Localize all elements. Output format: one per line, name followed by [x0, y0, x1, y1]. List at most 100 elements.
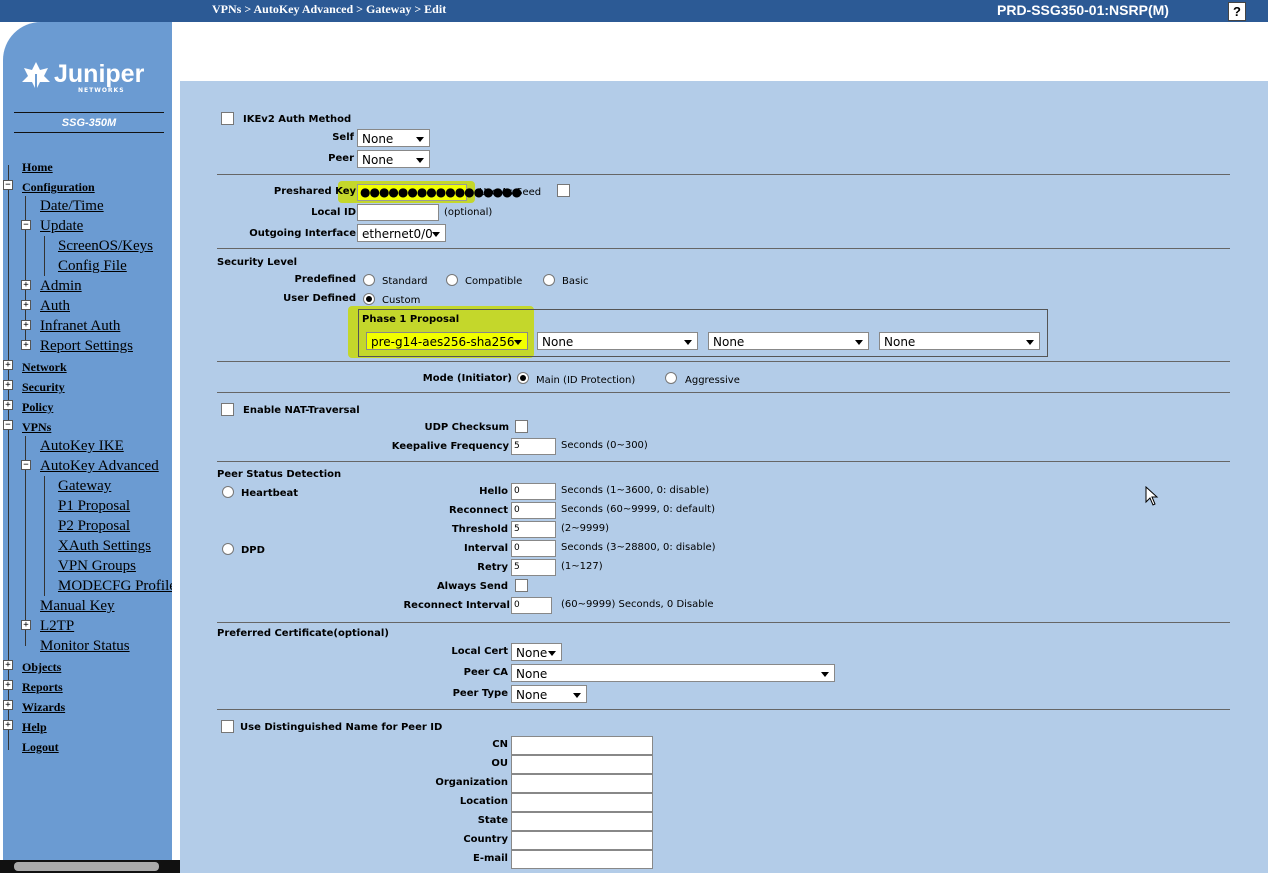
help-button[interactable]: ?	[1228, 2, 1246, 21]
local-id-input[interactable]	[357, 204, 439, 221]
local-cert-select[interactable]: None	[511, 643, 562, 661]
nav-report-settings[interactable]: Report Settings	[40, 338, 133, 355]
always-send-checkbox[interactable]	[515, 579, 528, 592]
retry-input[interactable]: 5	[511, 559, 556, 576]
expand-icon[interactable]: +	[3, 380, 13, 390]
expand-icon[interactable]: +	[21, 340, 31, 350]
expand-icon[interactable]: +	[3, 700, 13, 710]
udp-checksum-checkbox[interactable]	[515, 420, 528, 433]
nav-p2-proposal[interactable]: P2 Proposal	[58, 518, 130, 535]
nav-autokey-ike[interactable]: AutoKey IKE	[40, 438, 124, 455]
dn-ou-label: OU	[491, 758, 508, 769]
use-as-seed-checkbox[interactable]	[557, 184, 570, 197]
collapse-icon[interactable]: −	[3, 420, 13, 430]
basic-radio[interactable]	[543, 274, 555, 286]
scrollbar-thumb[interactable]	[14, 862, 159, 871]
nav-logout[interactable]: Logout	[22, 740, 59, 755]
expand-icon[interactable]: +	[3, 660, 13, 670]
dn-organization-input[interactable]	[511, 774, 653, 793]
dn-label: Use Distinguished Name for Peer ID	[240, 722, 443, 733]
peer-ca-select[interactable]: None	[511, 664, 835, 682]
nav-gateway[interactable]: Gateway	[58, 478, 111, 495]
dn-location-input[interactable]	[511, 793, 653, 812]
nav-vpns[interactable]: VPNs	[22, 420, 51, 435]
dpd-radio[interactable]	[222, 543, 234, 555]
dn-checkbox[interactable]	[221, 720, 234, 733]
reconnect-interval-input[interactable]: 0	[511, 597, 552, 614]
divider	[217, 248, 1230, 249]
nav-network[interactable]: Network	[22, 360, 67, 375]
nav-l2tp[interactable]: L2TP	[40, 618, 74, 635]
nav-date-time[interactable]: Date/Time	[40, 198, 104, 215]
collapse-icon[interactable]: −	[21, 220, 31, 230]
nav-security[interactable]: Security	[22, 380, 65, 395]
reconnect-input[interactable]: 0	[511, 502, 556, 519]
nav-infranet-auth[interactable]: Infranet Auth	[40, 318, 120, 335]
dn-cn-input[interactable]	[511, 736, 653, 755]
divider	[217, 361, 1230, 362]
nav-admin[interactable]: Admin	[40, 278, 82, 295]
ikev2-checkbox[interactable]	[221, 112, 234, 125]
keepalive-input[interactable]: 5	[511, 438, 556, 455]
peer-type-select[interactable]: None	[511, 685, 587, 703]
nav-modecfg-profile[interactable]: MODECFG Profile	[58, 578, 172, 595]
expand-icon[interactable]: +	[21, 300, 31, 310]
phase1-proposal-3-select[interactable]: None	[708, 332, 869, 350]
dn-ou-input[interactable]	[511, 755, 653, 774]
nav-policy[interactable]: Policy	[22, 400, 53, 415]
nav-home[interactable]: Home	[22, 160, 53, 175]
collapse-icon[interactable]: −	[3, 180, 13, 190]
custom-radio[interactable]	[363, 293, 375, 305]
interval-input[interactable]: 0	[511, 540, 556, 557]
nav-wizards[interactable]: Wizards	[22, 700, 65, 715]
dn-cn-label: CN	[492, 739, 508, 750]
preshared-key-input[interactable]: ●●●●●●●●●●●●●●●●●	[357, 184, 522, 201]
threshold-label: Threshold	[451, 524, 508, 535]
hello-input[interactable]: 0	[511, 483, 556, 500]
expand-icon[interactable]: +	[3, 400, 13, 410]
phase1-proposal-1-select[interactable]: pre-g14-aes256-sha256	[366, 332, 528, 350]
peer-select[interactable]: None	[357, 150, 430, 168]
expand-icon[interactable]: +	[3, 680, 13, 690]
standard-radio[interactable]	[363, 274, 375, 286]
threshold-input[interactable]: 5	[511, 521, 556, 538]
phase1-proposal-4-select[interactable]: None	[879, 332, 1040, 350]
expand-icon[interactable]: +	[3, 360, 13, 370]
expand-icon[interactable]: +	[3, 720, 13, 730]
sidebar-scrollbar[interactable]	[0, 860, 180, 873]
outgoing-interface-select[interactable]: ethernet0/0	[357, 224, 446, 242]
nav-help[interactable]: Help	[22, 720, 47, 735]
nav-objects[interactable]: Objects	[22, 660, 61, 675]
retry-label: Retry	[477, 562, 508, 573]
nav-config-file[interactable]: Config File	[58, 258, 127, 275]
main-mode-radio[interactable]	[517, 372, 529, 384]
nav-update[interactable]: Update	[40, 218, 83, 235]
self-select[interactable]: None	[357, 129, 430, 147]
nav-reports[interactable]: Reports	[22, 680, 63, 695]
nav-configuration[interactable]: Configuration	[22, 180, 95, 195]
expand-icon[interactable]: +	[21, 620, 31, 630]
nav-p1-proposal[interactable]: P1 Proposal	[58, 498, 130, 515]
nav-vpn-groups[interactable]: VPN Groups	[58, 558, 136, 575]
nav-xauth-settings[interactable]: XAuth Settings	[58, 538, 151, 555]
expand-icon[interactable]: +	[21, 280, 31, 290]
nat-traversal-checkbox[interactable]	[221, 403, 234, 416]
compatible-radio[interactable]	[446, 274, 458, 286]
nav-screenos-keys[interactable]: ScreenOS/Keys	[58, 238, 153, 255]
dn-state-input[interactable]	[511, 812, 653, 831]
heartbeat-radio[interactable]	[222, 486, 234, 498]
dn-country-input[interactable]	[511, 831, 653, 850]
dpd-label: DPD	[241, 545, 265, 556]
nav-autokey-advanced[interactable]: AutoKey Advanced	[40, 458, 159, 475]
nav-manual-key[interactable]: Manual Key	[40, 598, 115, 615]
dn-email-input[interactable]	[511, 850, 653, 869]
phase1-title: Phase 1 Proposal	[362, 314, 460, 325]
collapse-icon[interactable]: −	[21, 460, 31, 470]
dn-country-label: Country	[463, 834, 508, 845]
phase1-proposal-2-select[interactable]: None	[537, 332, 698, 350]
aggressive-radio[interactable]	[665, 372, 677, 384]
nav-monitor-status[interactable]: Monitor Status	[40, 638, 130, 655]
expand-icon[interactable]: +	[21, 320, 31, 330]
ikev2-label: IKEv2 Auth Method	[243, 114, 352, 125]
nav-auth[interactable]: Auth	[40, 298, 70, 315]
